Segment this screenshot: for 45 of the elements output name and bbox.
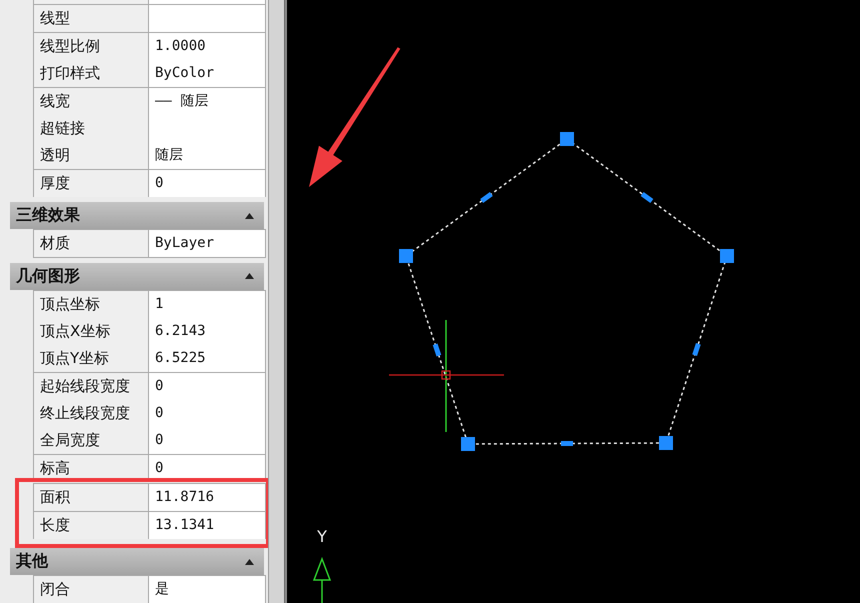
property-value[interactable]: ByLayer: [149, 230, 265, 258]
property-label: 线型比例: [34, 32, 149, 60]
property-label: 终止线段宽度: [34, 400, 149, 428]
property-value[interactable]: 是: [149, 576, 265, 603]
property-value[interactable]: 1: [149, 290, 265, 318]
property-value[interactable]: 0: [149, 427, 265, 454]
collapse-icon[interactable]: [245, 212, 254, 219]
midpoint-grip[interactable]: [692, 343, 701, 356]
vertex-grip[interactable]: [560, 132, 574, 146]
axis-label: Y: [317, 527, 327, 546]
property-value[interactable]: 0: [149, 372, 265, 400]
property-label: 厚度: [34, 170, 149, 197]
vertex-grip[interactable]: [399, 249, 413, 263]
vertex-grip[interactable]: [720, 249, 734, 263]
midpoint-grip[interactable]: [560, 440, 574, 446]
property-value[interactable]: 6.2143: [149, 318, 265, 345]
section-header[interactable]: 几何图形: [10, 262, 264, 290]
collapse-icon[interactable]: [245, 558, 254, 565]
panel-scrollbar[interactable]: [268, 0, 285, 603]
midpoint-grip[interactable]: [432, 344, 442, 356]
section-header[interactable]: 三维效果: [10, 202, 264, 230]
property-value[interactable]: —— 随层: [149, 88, 265, 115]
value-cell[interactable]: [149, 5, 265, 32]
property-value[interactable]: 0: [149, 400, 265, 428]
ucs-axis-icon: [312, 556, 332, 603]
property-label: 超链接: [34, 114, 149, 142]
property-value[interactable]: 随层: [149, 142, 265, 170]
section-header[interactable]: 其他: [10, 548, 264, 576]
property-value[interactable]: 1.0000: [149, 32, 265, 60]
property-label: 起始线段宽度: [34, 372, 149, 400]
property-value[interactable]: 6.5225: [149, 345, 265, 372]
vertex-grip[interactable]: [461, 437, 475, 451]
property-label: 闭合: [34, 576, 149, 603]
property-value[interactable]: ByColor: [149, 60, 265, 88]
property-label: 线宽: [34, 88, 149, 115]
property-label: 顶点X坐标: [34, 318, 149, 345]
property-label: 顶点坐标: [34, 290, 149, 318]
midpoint-grip[interactable]: [640, 192, 654, 204]
property-label: 长度: [34, 512, 149, 539]
collapse-icon[interactable]: [245, 273, 254, 280]
property-value[interactable]: 13.1341: [149, 512, 265, 539]
vertex-grip[interactable]: [659, 436, 673, 450]
midpoint-grip[interactable]: [480, 192, 493, 204]
property-value[interactable]: 0: [149, 170, 265, 197]
property-value[interactable]: 11.8716: [149, 484, 265, 512]
